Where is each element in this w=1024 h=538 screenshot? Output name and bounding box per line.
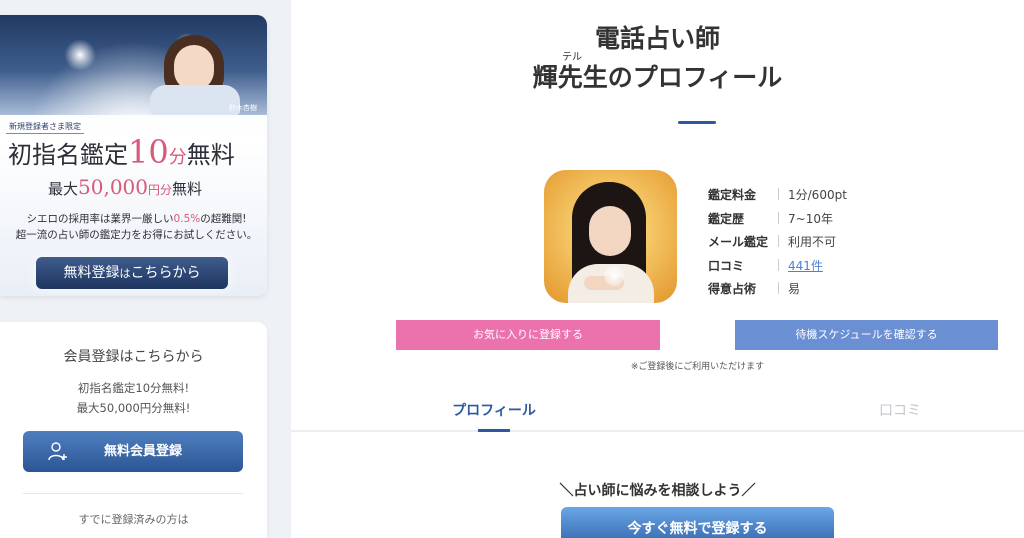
banner-button-small: は bbox=[119, 267, 131, 280]
registration-note: ※ご登録後にご利用いただけます bbox=[630, 362, 765, 372]
banner-sub-number: 50,000 bbox=[78, 175, 148, 199]
banner-desc-b: の超難関! bbox=[200, 213, 247, 225]
banner-desc-a: シエロの採用率は業界一厳しい bbox=[26, 213, 174, 225]
banner-headline-number: 10 bbox=[128, 133, 169, 171]
banner-description: シエロの採用率は業界一厳しい0.5%の超難関! 超一流の占い師の鑑定力をお得にお… bbox=[14, 211, 259, 243]
promo-banner[interactable]: 鈴木杏樹 新規登録者さま限定 初指名鑑定10分無料 最大50,000円分無料 シ… bbox=[0, 15, 267, 296]
free-member-register-button[interactable]: 無料会員登録 bbox=[23, 431, 243, 472]
member-card-divider bbox=[23, 493, 243, 494]
banner-headline: 初指名鑑定10分無料 bbox=[8, 133, 235, 171]
banner-model-name: 鈴木杏樹 bbox=[229, 104, 257, 112]
check-schedule-button[interactable]: 待機スケジュールを確認する bbox=[735, 320, 998, 350]
tab-profile[interactable]: プロフィール bbox=[419, 400, 569, 420]
member-card-desc-line1: 初指名鑑定10分無料! bbox=[77, 381, 190, 395]
banner-button-main: 無料登録 bbox=[63, 265, 120, 281]
banner-sub-unit: 円分 bbox=[148, 183, 173, 197]
tab-reviews[interactable]: 口コミ bbox=[825, 400, 975, 420]
banner-sub-a: 最大 bbox=[48, 180, 79, 198]
info-row-email: メール鑑定 利用不可 bbox=[708, 233, 847, 257]
banner-headline-b: 無料 bbox=[186, 141, 235, 169]
info-separator bbox=[778, 235, 779, 247]
register-now-button[interactable]: 今すぐ無料で登録する bbox=[561, 507, 834, 538]
info-value: 易 bbox=[788, 282, 801, 296]
already-registered-text: すでに登録済みの方は bbox=[78, 513, 189, 526]
member-card-title: 会員登録はこちらから bbox=[63, 349, 204, 365]
info-key: 鑑定料金 bbox=[708, 188, 757, 202]
profile-info-list: 鑑定料金 1分/600pt 鑑定歴 7~10年 メール鑑定 利用不可 口コミ 441件 … bbox=[708, 186, 847, 304]
banner-headline-unit: 分 bbox=[168, 147, 187, 168]
title-underline bbox=[678, 121, 716, 124]
info-value: 7~10年 bbox=[788, 211, 833, 226]
banner-headline-a: 初指名鑑定 bbox=[8, 141, 128, 169]
info-row-experience: 鑑定歴 7~10年 bbox=[708, 210, 847, 234]
banner-model-photo bbox=[150, 33, 240, 115]
banner-register-button[interactable]: 無料登録はこちらから bbox=[36, 257, 228, 289]
free-member-register-label: 無料会員登録 bbox=[103, 444, 182, 459]
page-title-line1: 電話占い師 bbox=[594, 24, 720, 53]
banner-sub-b: 無料 bbox=[172, 180, 203, 198]
fortune-teller-avatar bbox=[544, 170, 677, 303]
page-title-line2: 輝先生のプロフィール bbox=[532, 63, 783, 92]
info-separator bbox=[778, 211, 779, 224]
info-separator bbox=[778, 188, 779, 200]
user-add-icon bbox=[48, 442, 67, 461]
info-key: 得意占術 bbox=[708, 282, 757, 296]
info-separator bbox=[778, 282, 779, 294]
member-card-desc-line2: 最大50,000円分無料! bbox=[76, 401, 191, 415]
info-value: 1分/600pt bbox=[788, 188, 847, 202]
info-row-specialty: 得意占術 易 bbox=[708, 280, 847, 304]
banner-subheadline: 最大50,000円分無料 bbox=[48, 175, 202, 199]
banner-desc-percent: 0.5% bbox=[173, 213, 201, 225]
banner-limited-label: 新規登録者さま限定 bbox=[6, 120, 84, 134]
info-key: 口コミ bbox=[708, 258, 745, 273]
profile-main: 電話占い師 テル 輝先生のプロフィール 鑑定料金 1分/600pt 鑑定歴 7~10… bbox=[291, 0, 1024, 538]
consult-heading: ＼占い師に悩みを相談しよう／ bbox=[559, 483, 756, 499]
tabs-divider bbox=[291, 430, 1024, 432]
info-value: 利用不可 bbox=[788, 235, 837, 249]
info-row-reviews: 口コミ 441件 bbox=[708, 257, 847, 281]
add-favorite-button[interactable]: お気に入りに登録する bbox=[396, 320, 660, 350]
tab-active-indicator bbox=[478, 429, 510, 432]
info-row-fee: 鑑定料金 1分/600pt bbox=[708, 186, 847, 210]
banner-button-tail: こちらから bbox=[130, 265, 201, 281]
member-registration-card: 会員登録はこちらから 初指名鑑定10分無料! 最大50,000円分無料! 無料会… bbox=[0, 322, 267, 538]
banner-desc-line2: 超一流の占い師の鑑定力をお得にお試しください。 bbox=[15, 229, 258, 241]
reviews-count-link[interactable]: 441件 bbox=[788, 259, 823, 273]
info-key: 鑑定歴 bbox=[708, 211, 745, 226]
info-key: メール鑑定 bbox=[708, 235, 769, 249]
info-separator bbox=[778, 258, 779, 271]
